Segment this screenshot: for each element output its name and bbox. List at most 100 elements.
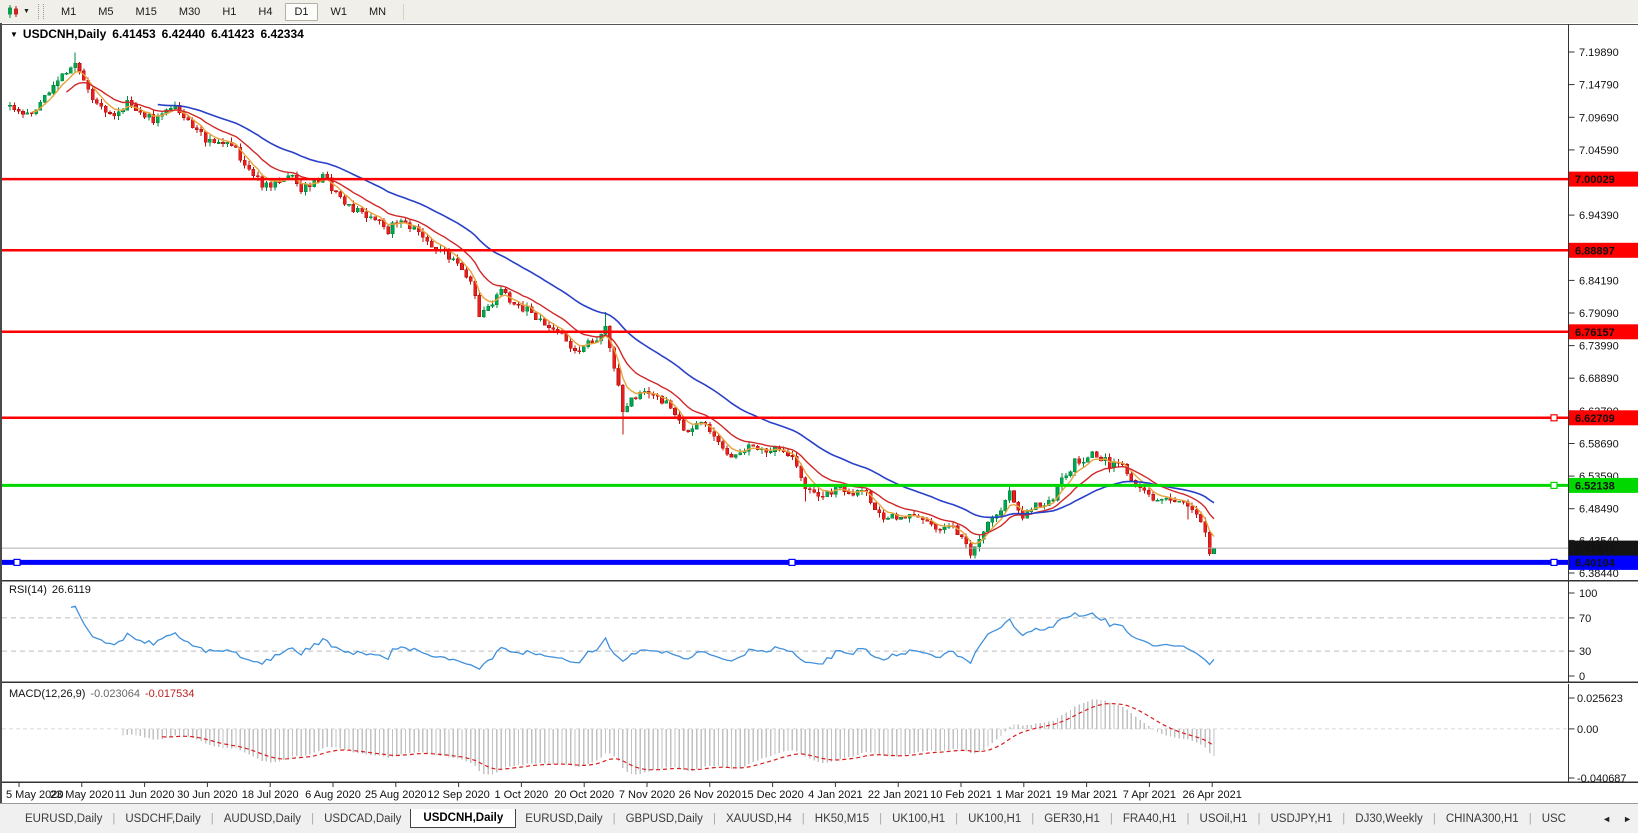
ohlc-close: 6.42334 bbox=[260, 27, 304, 41]
timeframe-buttons: M1 M5 M15 M30 H1 H4 D1 W1 MN bbox=[50, 0, 397, 23]
svg-text:19 Mar 2021: 19 Mar 2021 bbox=[1056, 789, 1118, 801]
mt4-window: ▼ M1 M5 M15 M30 H1 H4 D1 W1 MN ▼ USDCNH,Daily 6.41… bbox=[0, 0, 1638, 833]
rsi-line bbox=[70, 605, 1215, 671]
tab-dj30-weekly-15[interactable]: DJ30,Weekly bbox=[1346, 810, 1432, 828]
chart-tabs: EURUSD,Daily | USDCHF,Daily | AUDUSD,Daily | U… bbox=[0, 809, 1592, 829]
chart-tool-button[interactable]: ▼ bbox=[0, 0, 36, 23]
svg-text:26 Apr 2021: 26 Apr 2021 bbox=[1183, 789, 1242, 801]
ohlc-open: 6.41453 bbox=[112, 27, 156, 41]
chart-title-bar: ▼ USDCNH,Daily 6.41453 6.42440 6.41423 6.4233… bbox=[10, 27, 304, 41]
tab-separator: | bbox=[1186, 813, 1190, 825]
tab-scroll-right-icon[interactable]: ► bbox=[1623, 814, 1632, 824]
tab-ger30-h1-11[interactable]: GER30,H1 bbox=[1035, 810, 1109, 828]
svg-text:25 Aug 2020: 25 Aug 2020 bbox=[365, 789, 427, 801]
svg-text:30: 30 bbox=[1579, 646, 1591, 658]
tab-separator: | bbox=[879, 813, 883, 825]
tab-usoil-h1-13[interactable]: USOil,H1 bbox=[1191, 810, 1257, 828]
svg-text:7 Nov 2020: 7 Nov 2020 bbox=[619, 789, 675, 801]
chart-symbol-label: USDCNH,Daily bbox=[22, 27, 107, 41]
svg-text:0: 0 bbox=[1579, 671, 1585, 683]
svg-text:7.04590: 7.04590 bbox=[1579, 145, 1619, 157]
rsi-label: RSI(14) 26.6119 bbox=[9, 584, 91, 596]
ohlc-low: 6.41423 bbox=[211, 27, 255, 41]
tab-separator: | bbox=[1432, 813, 1436, 825]
svg-text:7.14790: 7.14790 bbox=[1579, 80, 1619, 92]
tf-button-m1[interactable]: M1 bbox=[52, 3, 85, 21]
tab-separator: | bbox=[1342, 813, 1346, 825]
tab-fra40-h1-12[interactable]: FRA40,H1 bbox=[1114, 810, 1186, 828]
macd-signal-value: -0.017534 bbox=[144, 688, 195, 700]
svg-text:6.62709: 6.62709 bbox=[1575, 413, 1615, 425]
tab-usdchf-daily-1[interactable]: USDCHF,Daily bbox=[116, 810, 209, 828]
svg-text:6.42334: 6.42334 bbox=[1575, 543, 1616, 555]
tab-uk100-h1-10[interactable]: UK100,H1 bbox=[959, 810, 1030, 828]
tab-scroll-arrows: ◄ ► bbox=[1602, 804, 1632, 833]
svg-text:6.84190: 6.84190 bbox=[1579, 275, 1619, 287]
collapse-triangle-icon[interactable]: ▼ bbox=[10, 30, 18, 39]
tf-button-h4[interactable]: H4 bbox=[249, 3, 281, 21]
timeframe-toolbar: ▼ M1 M5 M15 M30 H1 H4 D1 W1 MN bbox=[0, 0, 1638, 24]
tf-button-mn[interactable]: MN bbox=[360, 3, 395, 21]
svg-text:7.00029: 7.00029 bbox=[1575, 174, 1615, 186]
svg-text:-0.040687: -0.040687 bbox=[1577, 773, 1627, 783]
date-axis[interactable]: 5 May 202023 May 2020 11 Jun 2020 30 Jun 2… bbox=[2, 783, 1638, 803]
svg-text:6.48490: 6.48490 bbox=[1579, 504, 1619, 516]
rsi-name: RSI(14) bbox=[9, 584, 47, 596]
tab-separator: | bbox=[801, 813, 805, 825]
svg-text:6.58690: 6.58690 bbox=[1579, 439, 1619, 451]
price-axis[interactable]: 7.198907.147907.096907.045906.994906.943… bbox=[1568, 47, 1619, 580]
macd-name: MACD(12,26,9) bbox=[9, 688, 86, 700]
tab-eurusd-daily-0[interactable]: EURUSD,Daily bbox=[16, 810, 111, 828]
tab-china300-h1-16[interactable]: CHINA300,H1 bbox=[1437, 810, 1528, 828]
tab-usdcnh-daily-4[interactable]: USDCNH,Daily bbox=[410, 809, 517, 828]
tab-hk50-m15-8[interactable]: HK50,M15 bbox=[806, 810, 878, 828]
macd-histogram bbox=[122, 699, 1215, 775]
rsi-panel-canvas[interactable]: 100 70 30 0 bbox=[2, 580, 1638, 683]
tf-button-m5[interactable]: M5 bbox=[89, 3, 122, 21]
svg-text:6.52138: 6.52138 bbox=[1575, 480, 1615, 492]
candles bbox=[8, 52, 1216, 559]
level-lines[interactable] bbox=[2, 177, 1568, 567]
macd-label: MACD(12,26,9) -0.023064 -0.017534 bbox=[9, 688, 195, 700]
tab-separator: | bbox=[1109, 813, 1113, 825]
tf-button-m15[interactable]: M15 bbox=[127, 3, 166, 21]
svg-text:1 Oct 2020: 1 Oct 2020 bbox=[494, 789, 548, 801]
tf-button-m30[interactable]: M30 bbox=[170, 3, 209, 21]
svg-text:30 Jun 2020: 30 Jun 2020 bbox=[177, 789, 238, 801]
svg-text:7.19890: 7.19890 bbox=[1579, 47, 1619, 59]
svg-text:70: 70 bbox=[1579, 613, 1591, 625]
tab-separator: | bbox=[1257, 813, 1261, 825]
tf-button-d1[interactable]: D1 bbox=[285, 2, 318, 21]
tf-button-h1[interactable]: H1 bbox=[213, 3, 245, 21]
svg-text:23 May 2020: 23 May 2020 bbox=[50, 789, 114, 801]
svg-text:22 Jan 2021: 22 Jan 2021 bbox=[868, 789, 929, 801]
svg-text:6.76157: 6.76157 bbox=[1575, 327, 1615, 339]
tab-gbpusd-daily-6[interactable]: GBPUSD,Daily bbox=[617, 810, 712, 828]
rsi-value: 26.6119 bbox=[51, 584, 91, 596]
svg-text:12 Sep 2020: 12 Sep 2020 bbox=[427, 789, 489, 801]
tab-scroll-left-icon[interactable]: ◄ bbox=[1602, 814, 1611, 824]
toolbar-grip[interactable] bbox=[37, 4, 44, 19]
macd-panel-canvas[interactable]: 0.025623 0.00 -0.040687 bbox=[2, 684, 1638, 783]
tf-button-w1[interactable]: W1 bbox=[322, 3, 357, 21]
svg-text:7 Apr 2021: 7 Apr 2021 bbox=[1123, 789, 1176, 801]
price-chart-canvas[interactable]: 7.198907.147907.096907.045906.994906.943… bbox=[2, 24, 1638, 580]
svg-text:0.025623: 0.025623 bbox=[1577, 693, 1623, 705]
tab-audusd-daily-2[interactable]: AUDUSD,Daily bbox=[215, 810, 310, 828]
svg-text:10 Feb 2021: 10 Feb 2021 bbox=[930, 789, 992, 801]
svg-text:6 Aug 2020: 6 Aug 2020 bbox=[305, 789, 361, 801]
tab-eurusd-daily-5[interactable]: EURUSD,Daily bbox=[516, 810, 611, 828]
svg-text:6.73990: 6.73990 bbox=[1579, 341, 1619, 353]
dropdown-caret-icon: ▼ bbox=[23, 8, 30, 15]
tab-usc-17[interactable]: USC bbox=[1533, 810, 1575, 828]
tab-usdcad-daily-3[interactable]: USDCAD,Daily bbox=[315, 810, 410, 828]
tab-separator: | bbox=[112, 813, 116, 825]
svg-text:6.40104: 6.40104 bbox=[1575, 557, 1616, 569]
svg-text:1 Mar 2021: 1 Mar 2021 bbox=[996, 789, 1052, 801]
tab-uk100-h1-9[interactable]: UK100,H1 bbox=[883, 810, 954, 828]
svg-text:7.09690: 7.09690 bbox=[1579, 112, 1619, 124]
svg-text:18 Jul 2020: 18 Jul 2020 bbox=[242, 789, 299, 801]
tab-usdjpy-h1-14[interactable]: USDJPY,H1 bbox=[1261, 810, 1341, 828]
toolbar-separator bbox=[403, 3, 405, 20]
tab-xauusd-h4-7[interactable]: XAUUSD,H4 bbox=[717, 810, 801, 828]
